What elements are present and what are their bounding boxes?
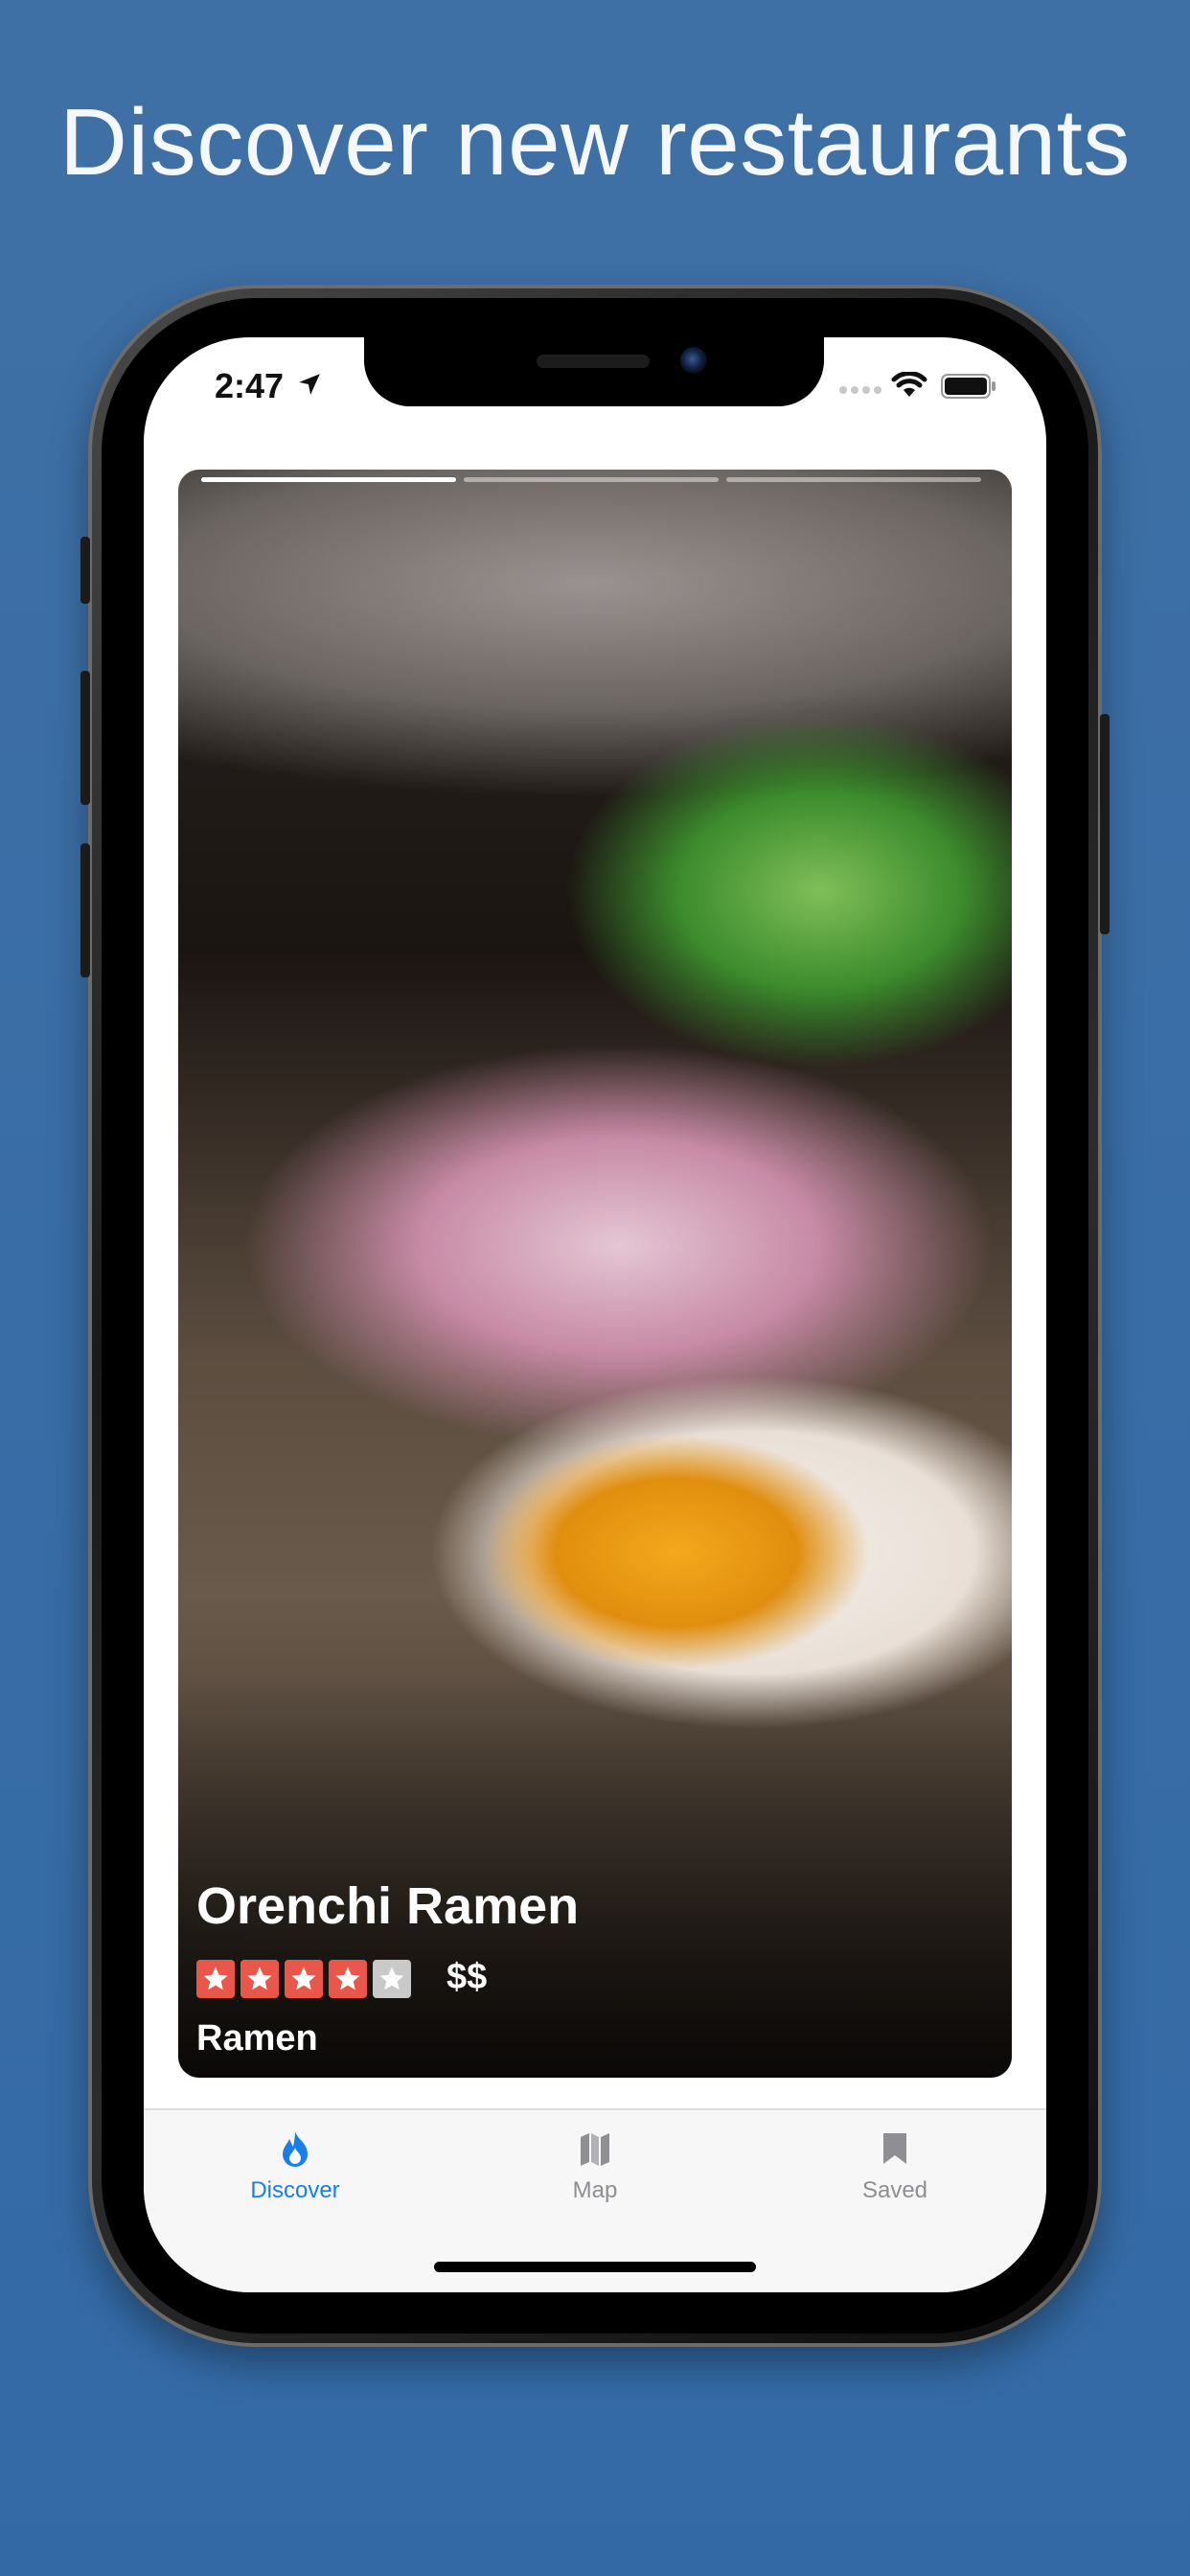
price-level: $$	[446, 1957, 488, 1997]
wifi-icon	[891, 372, 927, 397]
battery-icon	[941, 374, 995, 399]
bookmark-icon	[883, 2133, 906, 2164]
star-filled-icon	[240, 1960, 279, 1998]
tab-saved-label: Saved	[861, 2177, 928, 2203]
story-progress-segment-2	[464, 477, 719, 482]
star-empty-icon	[373, 1960, 411, 1998]
volume-up-button	[80, 671, 90, 805]
story-progress-segment-3	[726, 477, 981, 482]
power-button	[1100, 714, 1110, 934]
story-progress-segment-1	[201, 477, 456, 482]
volume-down-button	[80, 843, 90, 978]
restaurant-name: Orenchi Ramen	[196, 1877, 580, 1935]
map-icon	[581, 2133, 609, 2166]
star-filled-icon	[285, 1960, 323, 1998]
headline: Discover new restaurants	[59, 89, 1131, 195]
tab-discover-label: Discover	[250, 2177, 340, 2203]
star-filled-icon	[329, 1960, 367, 1998]
tab-map-label: Map	[572, 2177, 618, 2203]
notch	[364, 337, 824, 406]
silent-switch	[80, 537, 90, 604]
cellular-signal-icon	[839, 386, 881, 394]
tab-saved[interactable]: Saved	[799, 2129, 991, 2204]
status-time: 2:47	[215, 366, 285, 405]
location-arrow-icon	[299, 374, 320, 395]
tab-discover[interactable]: Discover	[199, 2129, 391, 2204]
home-indicator	[434, 2262, 756, 2272]
restaurant-category: Ramen	[196, 2018, 318, 2058]
flame-icon	[283, 2131, 308, 2167]
phone-screen: 2:47 Orenchi Ramen $$ Ramen Discover Map…	[144, 337, 1046, 2292]
tab-map[interactable]: Map	[499, 2129, 691, 2204]
star-filled-icon	[196, 1960, 235, 1998]
rating-stars	[196, 1960, 411, 1998]
restaurant-card[interactable]: Orenchi Ramen $$ Ramen	[178, 470, 1012, 2078]
